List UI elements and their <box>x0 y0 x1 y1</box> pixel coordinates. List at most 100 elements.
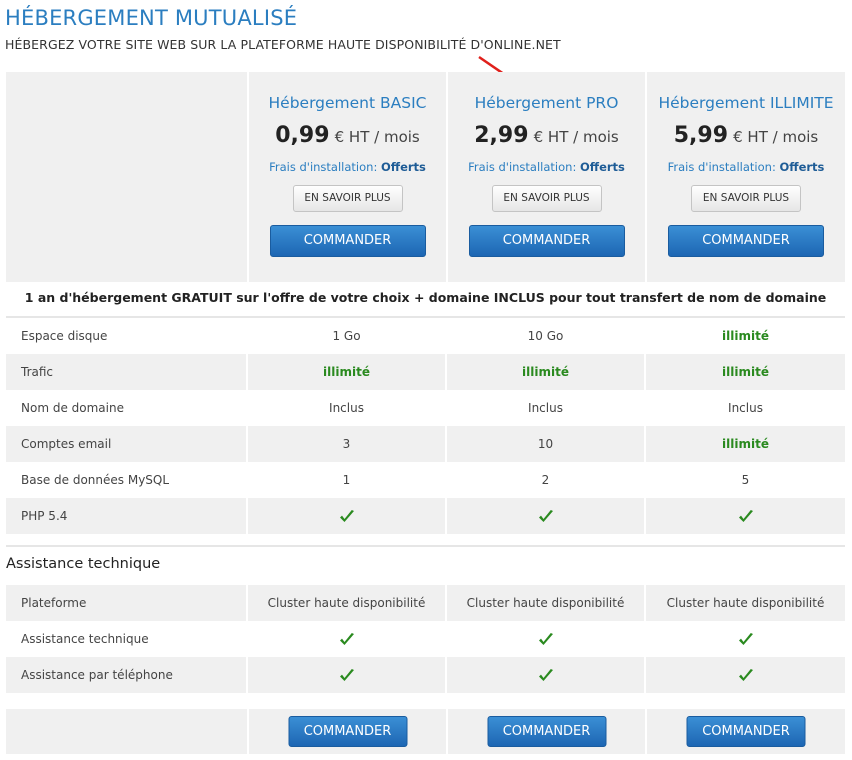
feature-value: Cluster haute disponibilité <box>445 585 645 621</box>
feature-label: Comptes email <box>6 426 247 462</box>
feature-value-text: illimité <box>323 365 370 379</box>
table-row: Trafic illimité illimité illimité <box>6 354 845 390</box>
feature-value: 1 Go <box>246 318 446 354</box>
features-table: Espace disque 1 Go 10 Go illimité Trafic illi… <box>6 318 845 534</box>
installation-fees: Frais d'installation: Offerts <box>249 160 446 174</box>
order-button[interactable]: COMMANDER <box>487 716 606 747</box>
feature-value-text: Inclus <box>728 401 763 415</box>
feature-value-text: 10 <box>537 437 554 451</box>
fees-value: Offerts <box>779 160 825 174</box>
feature-value-text: illimité <box>522 365 569 379</box>
feature-value: 2 <box>445 462 645 498</box>
feature-value-text: 1 <box>342 473 351 487</box>
feature-value-text: Inclus <box>329 401 364 415</box>
feature-label: Trafic <box>6 354 247 390</box>
plan-name: Hébergement ILLIMITE <box>658 94 834 112</box>
page-subtitle: HÉBERGEZ VOTRE SITE WEB SUR LA PLATEFORM… <box>5 37 561 52</box>
feature-value-text: 5 <box>741 473 750 487</box>
feature-value: 3 <box>246 426 446 462</box>
feature-label: Assistance par téléphone <box>6 657 247 693</box>
feature-value: illimité <box>644 426 845 462</box>
table-row: Assistance technique <box>6 621 845 657</box>
check-icon <box>339 509 354 522</box>
feature-value-text: illimité <box>722 329 769 343</box>
feature-value: illimité <box>445 354 645 390</box>
feature-label: Nom de domaine <box>6 390 247 426</box>
footer-order-row: COMMANDER COMMANDER COMMANDER <box>6 709 845 754</box>
plan-price: 0,99 € HT / mois <box>249 123 446 148</box>
fees-label: Frais d'installation: <box>468 160 577 174</box>
feature-value: Cluster haute disponibilité <box>644 585 845 621</box>
check-icon <box>538 668 553 681</box>
footer-cell: COMMANDER <box>448 709 645 754</box>
feature-value: Inclus <box>445 390 645 426</box>
price-unit: € HT / mois <box>334 128 420 146</box>
price-value: 0,99 <box>275 123 330 148</box>
check-icon <box>738 632 753 645</box>
check-icon <box>538 632 553 645</box>
feature-value <box>644 657 845 693</box>
check-icon <box>339 632 354 645</box>
feature-value <box>246 621 446 657</box>
learn-more-button[interactable]: EN SAVOIR PLUS <box>292 185 403 212</box>
feature-value: 5 <box>644 462 845 498</box>
page-title: HÉBERGEMENT MUTUALISÉ <box>5 6 298 30</box>
feature-value-text: 10 Go <box>527 329 564 343</box>
order-button[interactable]: COMMANDER <box>288 716 407 747</box>
order-button[interactable]: COMMANDER <box>686 716 806 747</box>
feature-value: illimité <box>644 318 845 354</box>
price-value: 5,99 <box>673 123 729 148</box>
feature-value-text: illimité <box>722 365 769 379</box>
feature-value-text: Cluster haute disponibilité <box>666 596 825 610</box>
feature-value-text: 2 <box>541 473 550 487</box>
feature-value-text: illimité <box>722 437 769 451</box>
plan-illimite: Hébergement ILLIMITE 5,99 € HT / mois Fr… <box>647 72 845 282</box>
installation-fees: Frais d'installation: Offerts <box>647 160 845 174</box>
table-row: Nom de domaine Inclus Inclus Inclus <box>6 390 845 426</box>
feature-label: PHP 5.4 <box>6 498 247 534</box>
support-table: Plateforme Cluster haute disponibilité Clu… <box>6 585 845 693</box>
fees-value: Offerts <box>579 160 625 174</box>
pricing-header: Hébergement BASIC 0,99 € HT / mois Frais… <box>6 72 845 282</box>
pricing-label-cell <box>6 72 247 282</box>
feature-value-text: Cluster haute disponibilité <box>466 596 625 610</box>
feature-value <box>644 498 845 534</box>
feature-value-text: Cluster haute disponibilité <box>267 596 426 610</box>
check-icon <box>738 509 753 522</box>
table-row: PHP 5.4 <box>6 498 845 534</box>
fees-label: Frais d'installation: <box>667 160 776 174</box>
plan-name: Hébergement PRO <box>474 94 619 112</box>
order-button[interactable]: COMMANDER <box>269 225 426 257</box>
feature-value: 1 <box>246 462 446 498</box>
plan-price: 2,99 € HT / mois <box>448 123 645 148</box>
feature-value: Cluster haute disponibilité <box>246 585 446 621</box>
section-title: Assistance technique <box>6 556 161 572</box>
check-icon <box>738 668 753 681</box>
feature-value-text: 3 <box>342 437 351 451</box>
learn-more-button[interactable]: EN SAVOIR PLUS <box>691 185 801 212</box>
plan-pro: Hébergement PRO 2,99 € HT / mois Frais d… <box>448 72 645 282</box>
feature-value: Inclus <box>644 390 845 426</box>
price-unit: € HT / mois <box>733 128 819 146</box>
feature-value: illimité <box>246 354 446 390</box>
check-icon <box>339 668 354 681</box>
feature-value-text: 1 Go <box>332 329 361 343</box>
feature-value: 10 <box>445 426 645 462</box>
feature-value: illimité <box>644 354 845 390</box>
table-row: Espace disque 1 Go 10 Go illimité <box>6 318 845 354</box>
footer-label-cell <box>6 709 247 754</box>
plan-price: 5,99 € HT / mois <box>647 123 845 148</box>
feature-value-text: Inclus <box>528 401 563 415</box>
feature-value <box>445 498 645 534</box>
feature-value: Inclus <box>246 390 446 426</box>
feature-value <box>445 657 645 693</box>
promo-banner: 1 an d'hébergement GRATUIT sur l'offre d… <box>24 290 827 305</box>
learn-more-button[interactable]: EN SAVOIR PLUS <box>491 185 602 212</box>
footer-cell: COMMANDER <box>249 709 446 754</box>
feature-value <box>445 621 645 657</box>
order-button[interactable]: COMMANDER <box>468 225 625 257</box>
order-button[interactable]: COMMANDER <box>668 225 824 257</box>
check-icon <box>538 509 553 522</box>
feature-label: Plateforme <box>6 585 247 621</box>
plan-basic: Hébergement BASIC 0,99 € HT / mois Frais… <box>249 72 446 282</box>
